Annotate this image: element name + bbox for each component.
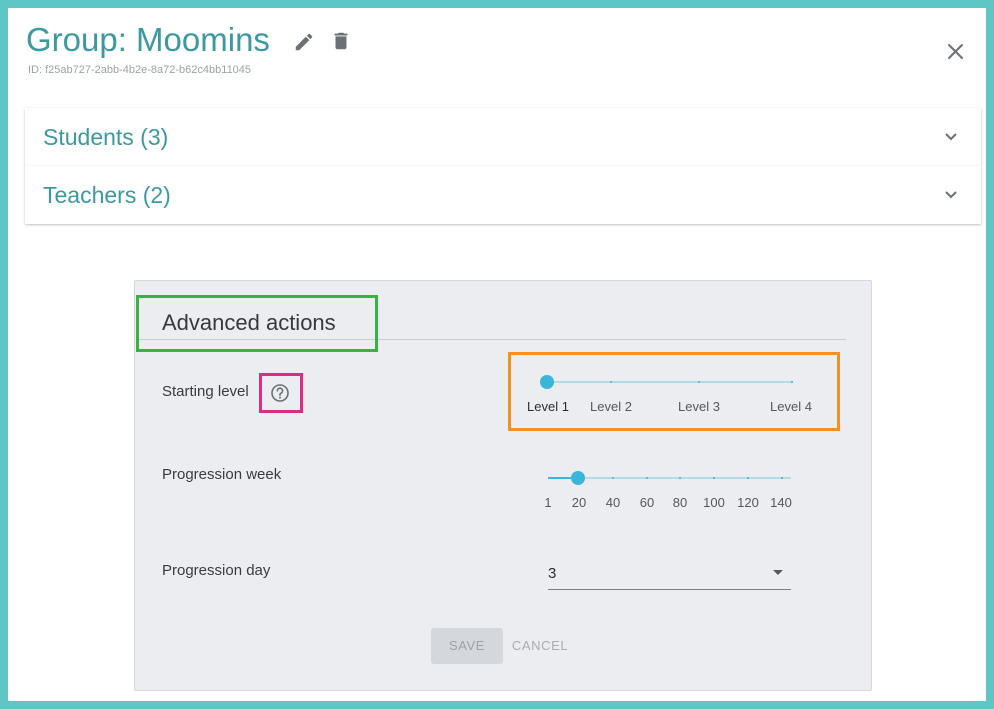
progression-week-tick — [612, 477, 614, 479]
week-mark-20: 20 — [571, 495, 587, 510]
teachers-section[interactable]: Teachers (2) — [25, 166, 981, 224]
pencil-icon[interactable] — [293, 31, 315, 53]
students-section-label: Students (3) — [43, 124, 169, 150]
chevron-down-icon[interactable] — [943, 189, 959, 201]
progression-week-thumb[interactable] — [571, 471, 585, 485]
starting-level-label: Starting level — [162, 383, 249, 400]
progression-week-tick — [646, 477, 648, 479]
week-mark-140: 140 — [770, 495, 792, 510]
progression-day-select[interactable]: 3 — [548, 565, 556, 582]
highlight-box-advanced-title — [136, 295, 378, 352]
progression-week-tick — [713, 477, 715, 479]
week-mark-100: 100 — [703, 495, 725, 510]
close-icon[interactable] — [947, 43, 964, 60]
week-mark-1: 1 — [544, 495, 552, 510]
progression-week-tick — [781, 477, 783, 479]
group-id: ID: f25ab727-2abb-4b2e-8a72-b62c4bb11045 — [28, 64, 252, 76]
students-section[interactable]: Students (3) — [25, 108, 981, 166]
caret-down-icon[interactable] — [773, 570, 783, 575]
week-mark-120: 120 — [737, 495, 759, 510]
page-title: Group: Moomins — [26, 21, 270, 58]
week-mark-60: 60 — [639, 495, 655, 510]
week-mark-80: 80 — [672, 495, 688, 510]
highlight-box-help — [259, 373, 303, 413]
cancel-button[interactable]: CANCEL — [506, 628, 574, 664]
save-button[interactable]: SAVE — [431, 628, 503, 664]
chevron-down-icon[interactable] — [943, 131, 959, 143]
teachers-section-label: Teachers (2) — [43, 182, 171, 208]
week-mark-40: 40 — [605, 495, 621, 510]
progression-week-tick — [747, 477, 749, 479]
highlight-box-level-slider — [508, 352, 840, 431]
progression-week-label: Progression week — [162, 466, 282, 483]
progression-week-tick — [679, 477, 681, 479]
progression-day-label: Progression day — [162, 562, 271, 579]
trash-icon[interactable] — [330, 30, 352, 52]
select-underline — [548, 589, 791, 590]
